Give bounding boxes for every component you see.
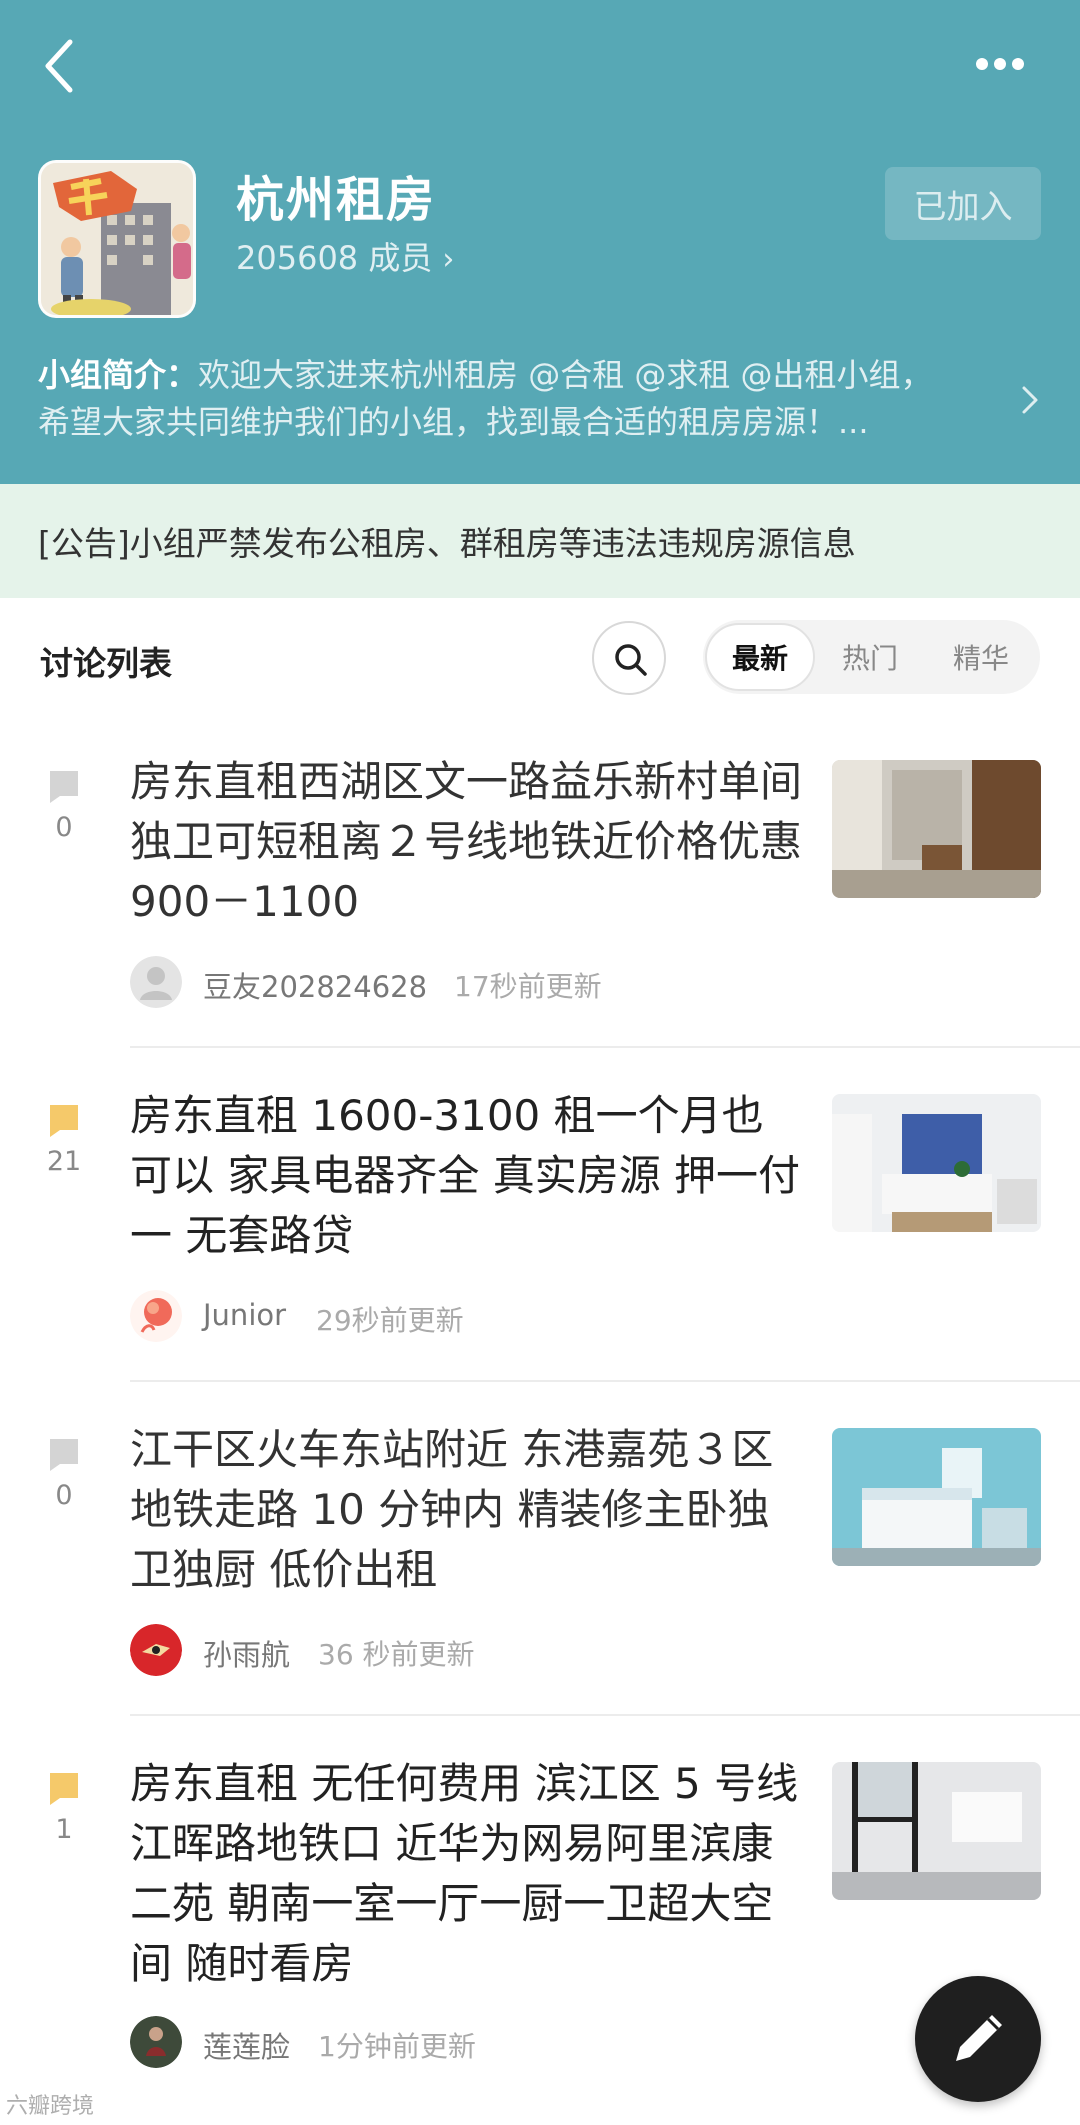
post-thumbnail[interactable] (832, 760, 1041, 898)
post-thumbnail[interactable] (832, 1428, 1041, 1566)
default-avatar-icon (130, 956, 182, 1008)
post-title[interactable]: 江干区火车东站附近 东港嘉苑３区 地铁走路 10 分钟内 精装修主卧独卫独厨 低… (130, 1420, 805, 1600)
comment-count: 0 (55, 812, 73, 843)
peach-avatar (130, 1290, 182, 1342)
chevron-left-icon (45, 39, 73, 93)
avatar[interactable] (130, 956, 182, 1008)
post-title[interactable]: 房东直租西湖区文一路益乐新村单间独卫可短租离２号线地铁近价格优惠 900－110… (130, 752, 805, 932)
post-time: 29秒前更新 (316, 1304, 464, 1337)
pencil-icon (956, 2015, 1002, 2061)
author-name[interactable]: Junior (203, 1298, 286, 1332)
avatar[interactable] (130, 1290, 182, 1342)
group-intro[interactable]: 小组简介：欢迎大家进来杭州租房 @合租 @求租 @出租小组， 希望大家共同维护我… (38, 352, 978, 446)
group-notice[interactable]: [公告]小组严禁发布公租房、群租房等违法违规房源信息 (0, 484, 1080, 598)
intro-label: 小组简介： (38, 356, 199, 394)
back-button[interactable] (30, 30, 100, 100)
comment-icon (50, 1773, 78, 1805)
tab-hot[interactable]: 热门 (815, 620, 925, 694)
photo-avatar (130, 2016, 182, 2068)
divider (130, 1380, 1080, 1382)
author-name[interactable]: 莲莲脸 (203, 2024, 290, 2066)
comment-icon (50, 1105, 78, 1137)
tab-featured[interactable]: 精华 (925, 620, 1037, 694)
new-post-button[interactable] (915, 1976, 1041, 2102)
member-count: 205608 成员 (236, 239, 433, 277)
member-count-link[interactable]: 205608 成员 › (236, 233, 454, 279)
group-avatar-illustration (41, 163, 193, 315)
post-image (832, 1428, 1041, 1566)
intro-text-line2: 希望大家共同维护我们的小组，找到最合适的租房房源！... (38, 403, 869, 441)
group-avatar[interactable] (38, 160, 196, 318)
sort-tabs: 最新 热门 精华 (703, 620, 1040, 694)
post-image (832, 760, 1041, 898)
more-dots-icon (976, 58, 988, 70)
discussion-list-title: 讨论列表 (40, 644, 172, 683)
avatar[interactable] (130, 2016, 182, 2068)
joined-button[interactable]: 已加入 (885, 167, 1041, 240)
comment-count: 0 (55, 1480, 73, 1511)
author-name[interactable]: 孙雨航 (203, 1632, 290, 1674)
post-image (832, 1094, 1041, 1232)
comment-count: 21 (46, 1146, 82, 1177)
chevron-right-icon: › (442, 242, 455, 277)
search-icon (615, 644, 647, 676)
post-thumbnail[interactable] (832, 1094, 1041, 1232)
post-thumbnail[interactable] (832, 1762, 1041, 1900)
post-title[interactable]: 房东直租 1600-3100 租一个月也可以 家具电器齐全 真实房源 押一付一 … (130, 1086, 805, 1266)
comment-icon (50, 1439, 78, 1471)
group-header: 杭州租房 205608 成员 › 已加入 小组简介：欢迎大家进来杭州租房 @合租 … (0, 0, 1080, 484)
watermark: 六瓣跨境 (6, 2094, 95, 2119)
post-time: 17秒前更新 (454, 970, 602, 1003)
comment-icon (50, 771, 78, 803)
tab-latest[interactable]: 最新 (705, 623, 815, 691)
post-time: 1分钟前更新 (318, 2030, 476, 2063)
group-name: 杭州租房 (236, 172, 437, 228)
chevron-right-icon[interactable] (1010, 380, 1050, 420)
intro-text-line1: 欢迎大家进来杭州租房 @合租 @求租 @出租小组， (198, 356, 933, 394)
avatar[interactable] (130, 1624, 182, 1676)
comment-count: 1 (55, 1814, 73, 1845)
post-title[interactable]: 房东直租 无任何费用 滨江区 5 号线 江晖路地铁口 近华为网易阿里滨康二苑 朝… (130, 1754, 805, 1994)
divider (130, 1714, 1080, 1716)
divider (130, 1046, 1080, 1048)
red-avatar (130, 1624, 182, 1676)
more-button[interactable] (960, 38, 1040, 88)
search-button[interactable] (592, 621, 666, 695)
author-name[interactable]: 豆友202824628 (203, 964, 427, 1006)
post-image (832, 1762, 1041, 1900)
post-time: 36 秒前更新 (318, 1638, 475, 1671)
